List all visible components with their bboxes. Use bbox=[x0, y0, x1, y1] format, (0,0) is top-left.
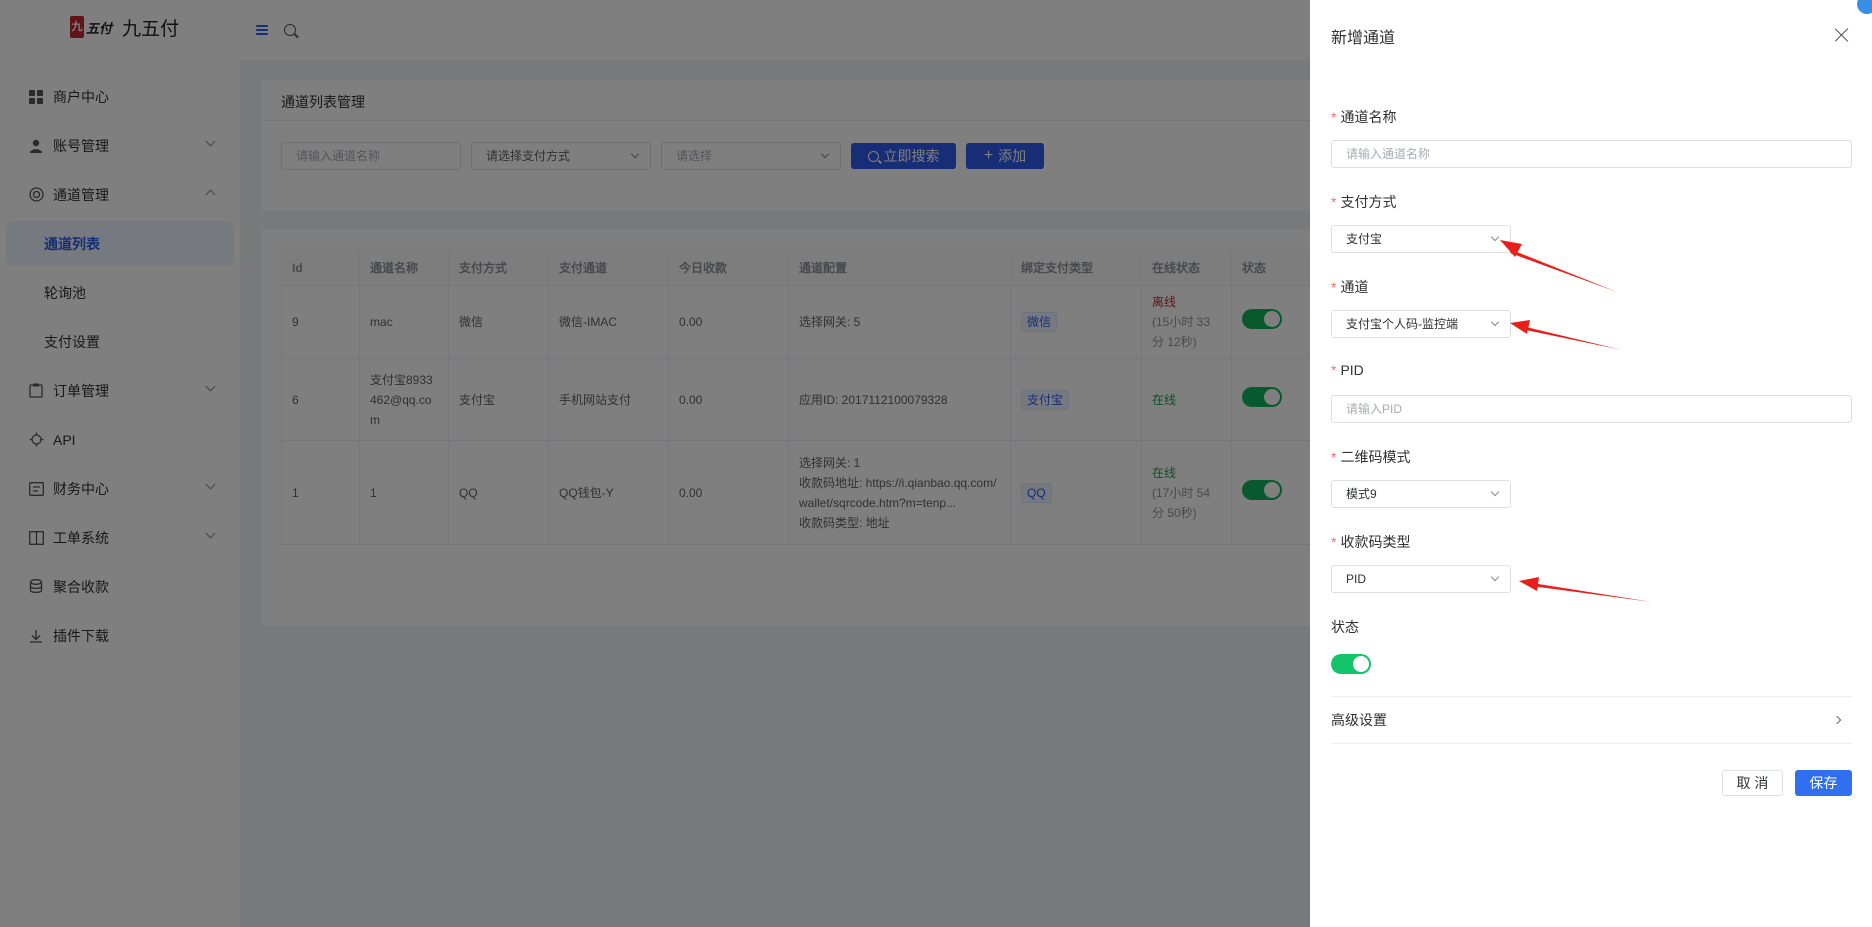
pay-method-dropdown[interactable]: 支付宝 bbox=[1331, 225, 1511, 253]
required-mark: * bbox=[1331, 194, 1337, 210]
chevron-down-icon bbox=[1490, 317, 1500, 327]
chevron-down-icon bbox=[1490, 487, 1500, 497]
required-mark: * bbox=[1331, 362, 1337, 378]
channel-label: * 通道 bbox=[1331, 277, 1368, 297]
required-mark: * bbox=[1331, 109, 1337, 125]
advanced-settings-row[interactable]: 高级设置 bbox=[1331, 696, 1852, 744]
label-text: 收款码类型 bbox=[1340, 534, 1411, 550]
label-text: 通道名称 bbox=[1340, 109, 1397, 125]
required-mark: * bbox=[1331, 534, 1337, 550]
chevron-right-icon bbox=[1832, 715, 1842, 725]
dropdown-value: 支付宝 bbox=[1346, 232, 1383, 246]
channel-dropdown[interactable]: 支付宝个人码-监控端 bbox=[1331, 310, 1511, 338]
label-text: PID bbox=[1340, 362, 1364, 378]
pid-label: * PID bbox=[1331, 362, 1364, 378]
qr-mode-label: * 二维码模式 bbox=[1331, 447, 1410, 467]
dropdown-value: 支付宝个人码-监控端 bbox=[1346, 317, 1458, 331]
dropdown-value: 模式9 bbox=[1346, 487, 1377, 501]
label-text: 二维码模式 bbox=[1340, 449, 1411, 465]
drawer-title: 新增通道 bbox=[1331, 30, 1396, 47]
channel-name-label: * 通道名称 bbox=[1331, 107, 1396, 127]
chevron-down-icon bbox=[1490, 232, 1500, 242]
close-icon[interactable] bbox=[1834, 27, 1850, 43]
chevron-down-icon bbox=[1490, 572, 1500, 582]
required-mark: * bbox=[1331, 449, 1337, 465]
label-text: 支付方式 bbox=[1340, 194, 1397, 210]
advanced-settings-label: 高级设置 bbox=[1331, 712, 1387, 728]
pay-method-label: * 支付方式 bbox=[1331, 192, 1396, 212]
qr-mode-dropdown[interactable]: 模式9 bbox=[1331, 480, 1511, 508]
label-text: 通道 bbox=[1340, 279, 1369, 295]
status-toggle[interactable] bbox=[1331, 654, 1371, 674]
channel-name-input[interactable]: 请输入通道名称 bbox=[1331, 140, 1852, 168]
code-type-label: * 收款码类型 bbox=[1331, 532, 1410, 552]
pid-input[interactable]: 请输入PID bbox=[1331, 395, 1852, 423]
dropdown-value: PID bbox=[1346, 572, 1367, 586]
add-channel-drawer: 新增通道 * 通道名称 请输入通道名称 * 支付方式 支付宝 * 通道 支付宝个人码-… bbox=[1310, 0, 1872, 927]
code-type-dropdown[interactable]: PID bbox=[1331, 565, 1511, 593]
save-button[interactable]: 保存 bbox=[1795, 770, 1852, 796]
status-label: 状态 bbox=[1331, 619, 1359, 635]
cancel-button[interactable]: 取 消 bbox=[1722, 770, 1783, 796]
required-mark: * bbox=[1331, 279, 1337, 295]
